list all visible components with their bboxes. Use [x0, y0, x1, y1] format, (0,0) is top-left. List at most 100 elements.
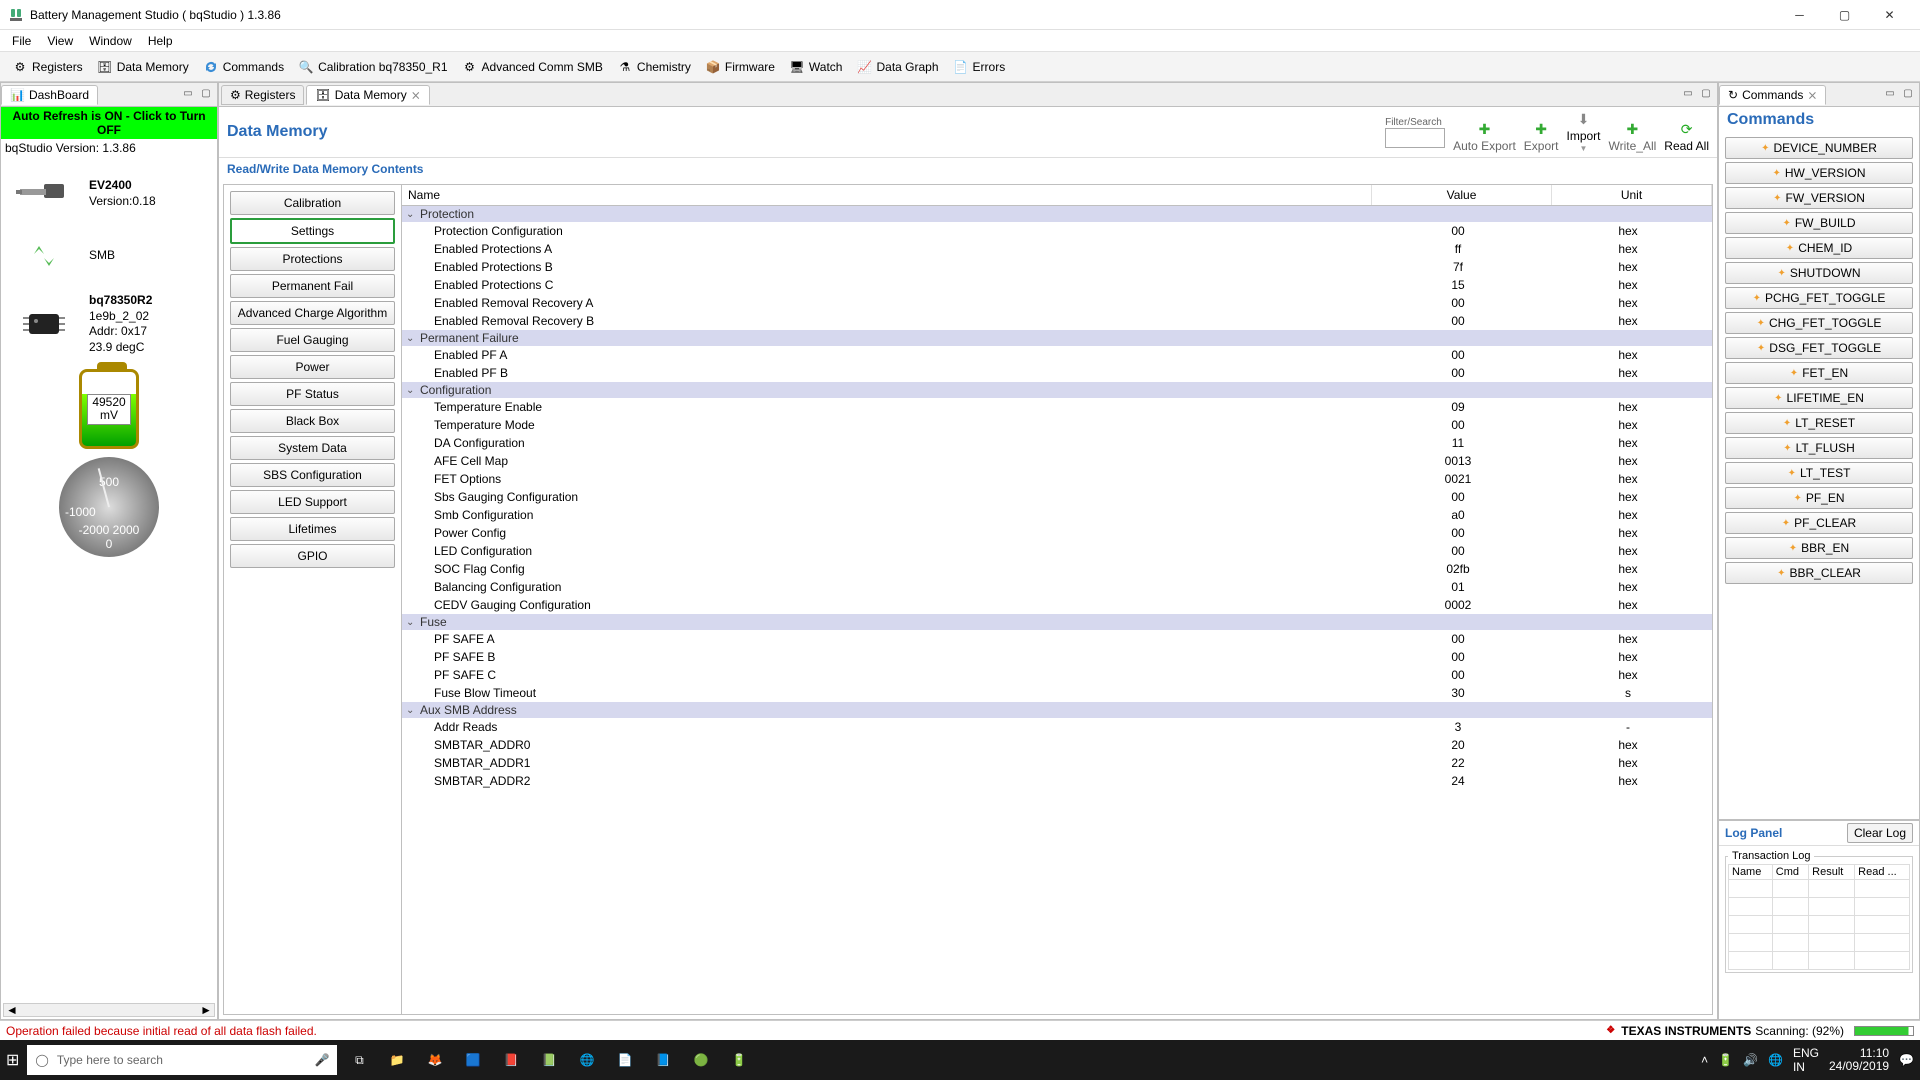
- cmd-shutdown[interactable]: ✦SHUTDOWN: [1725, 262, 1913, 284]
- group-configuration[interactable]: ⌄Configuration: [402, 382, 1712, 398]
- menu-help[interactable]: Help: [140, 32, 181, 50]
- explorer-icon[interactable]: 📁: [383, 1046, 411, 1074]
- task-view-icon[interactable]: ⧉: [345, 1046, 373, 1074]
- panel-min-icon[interactable]: ▭: [181, 88, 195, 102]
- filter-input[interactable]: [1385, 128, 1445, 148]
- table-row[interactable]: Power Config00hex: [402, 524, 1712, 542]
- cmd-fw_version[interactable]: ✦FW_VERSION: [1725, 187, 1913, 209]
- cmd-bbr_en[interactable]: ✦BBR_EN: [1725, 537, 1913, 559]
- cmd-lt_reset[interactable]: ✦LT_RESET: [1725, 412, 1913, 434]
- table-row[interactable]: SMBTAR_ADDR122hex: [402, 754, 1712, 772]
- grid-body[interactable]: ⌄ProtectionProtection Configuration00hex…: [402, 206, 1712, 1014]
- volume-icon[interactable]: 🔊: [1743, 1053, 1758, 1067]
- dashboard-scrollbar[interactable]: ◄►: [3, 1003, 215, 1017]
- battery-icon[interactable]: 🔋: [1718, 1053, 1733, 1067]
- tool-chemistry[interactable]: ⚗Chemistry: [611, 57, 697, 77]
- table-row[interactable]: DA Configuration11hex: [402, 434, 1712, 452]
- clear-log-button[interactable]: Clear Log: [1847, 823, 1913, 843]
- table-row[interactable]: PF SAFE B00hex: [402, 648, 1712, 666]
- notifications-icon[interactable]: 💬: [1899, 1053, 1914, 1067]
- cmd-lt_flush[interactable]: ✦LT_FLUSH: [1725, 437, 1913, 459]
- menu-file[interactable]: File: [4, 32, 39, 50]
- tool-calibration[interactable]: 🔍Calibration bq78350_R1: [292, 57, 453, 77]
- commands-list[interactable]: ✦DEVICE_NUMBER✦HW_VERSION✦FW_VERSION✦FW_…: [1719, 133, 1919, 819]
- cmd-fw_build[interactable]: ✦FW_BUILD: [1725, 212, 1913, 234]
- table-row[interactable]: Enabled PF A00hex: [402, 346, 1712, 364]
- table-row[interactable]: Temperature Enable09hex: [402, 398, 1712, 416]
- log-col-name[interactable]: Name: [1729, 865, 1773, 880]
- category-permanent-fail[interactable]: Permanent Fail: [230, 274, 395, 298]
- group-fuse[interactable]: ⌄Fuse: [402, 614, 1712, 630]
- cmd-lt_test[interactable]: ✦LT_TEST: [1725, 462, 1913, 484]
- tab-close-icon[interactable]: ⨯: [411, 88, 421, 102]
- tool-firmware[interactable]: 📦Firmware: [699, 57, 781, 77]
- lang-indicator[interactable]: ENGIN: [1793, 1046, 1819, 1074]
- start-button[interactable]: ⊞: [6, 1050, 19, 1070]
- category-advanced-charge-algorithm[interactable]: Advanced Charge Algorithm: [230, 301, 395, 325]
- table-row[interactable]: LED Configuration00hex: [402, 542, 1712, 560]
- cmd-pf_clear[interactable]: ✦PF_CLEAR: [1725, 512, 1913, 534]
- app-icon[interactable]: 📄: [611, 1046, 639, 1074]
- table-row[interactable]: Enabled Protections Affhex: [402, 240, 1712, 258]
- bqstudio-icon[interactable]: 🔋: [725, 1046, 753, 1074]
- tool-data-memory[interactable]: 🗄Data Memory: [91, 57, 195, 77]
- table-row[interactable]: Balancing Configuration01hex: [402, 578, 1712, 596]
- table-row[interactable]: Enabled Protections B7fhex: [402, 258, 1712, 276]
- category-sbs-configuration[interactable]: SBS Configuration: [230, 463, 395, 487]
- panel-max-icon[interactable]: ▢: [1699, 88, 1713, 102]
- auto-refresh-toggle[interactable]: Auto Refresh is ON - Click to Turn OFF: [1, 107, 217, 139]
- action-import[interactable]: ⬇Import▼: [1566, 111, 1600, 153]
- category-calibration[interactable]: Calibration: [230, 191, 395, 215]
- app-icon[interactable]: 🟢: [687, 1046, 715, 1074]
- cmd-chem_id[interactable]: ✦CHEM_ID: [1725, 237, 1913, 259]
- mic-icon[interactable]: 🎤: [314, 1053, 329, 1067]
- group-aux-smb-address[interactable]: ⌄Aux SMB Address: [402, 702, 1712, 718]
- category-gpio[interactable]: GPIO: [230, 544, 395, 568]
- col-value[interactable]: Value: [1372, 185, 1552, 205]
- table-row[interactable]: Sbs Gauging Configuration00hex: [402, 488, 1712, 506]
- log-col-read[interactable]: Read ...: [1855, 865, 1910, 880]
- group-protection[interactable]: ⌄Protection: [402, 206, 1712, 222]
- category-lifetimes[interactable]: Lifetimes: [230, 517, 395, 541]
- cmd-lifetime_en[interactable]: ✦LIFETIME_EN: [1725, 387, 1913, 409]
- col-name[interactable]: Name: [402, 185, 1372, 205]
- tab-dashboard[interactable]: 📊DashBoard: [1, 85, 98, 105]
- tool-errors[interactable]: 📄Errors: [947, 57, 1012, 77]
- table-row[interactable]: AFE Cell Map0013hex: [402, 452, 1712, 470]
- category-led-support[interactable]: LED Support: [230, 490, 395, 514]
- action-write-all[interactable]: ✚Write_All: [1609, 121, 1657, 153]
- table-row[interactable]: SOC Flag Config02fbhex: [402, 560, 1712, 578]
- menu-view[interactable]: View: [39, 32, 81, 50]
- log-col-cmd[interactable]: Cmd: [1772, 865, 1808, 880]
- acrobat-icon[interactable]: 📕: [497, 1046, 525, 1074]
- app-icon[interactable]: 🟦: [459, 1046, 487, 1074]
- table-row[interactable]: Fuse Blow Timeout30s: [402, 684, 1712, 702]
- panel-min-icon[interactable]: ▭: [1883, 88, 1897, 102]
- tool-registers[interactable]: ⚙Registers: [6, 57, 89, 77]
- close-button[interactable]: ✕: [1867, 0, 1912, 30]
- table-row[interactable]: Protection Configuration00hex: [402, 222, 1712, 240]
- table-row[interactable]: SMBTAR_ADDR020hex: [402, 736, 1712, 754]
- minimize-button[interactable]: ─: [1777, 0, 1822, 30]
- tool-data-graph[interactable]: 📈Data Graph: [850, 57, 944, 77]
- tab-close-icon[interactable]: ⨯: [1807, 88, 1817, 102]
- category-pf-status[interactable]: PF Status: [230, 382, 395, 406]
- table-row[interactable]: Addr Reads3-: [402, 718, 1712, 736]
- category-black-box[interactable]: Black Box: [230, 409, 395, 433]
- table-row[interactable]: PF SAFE C00hex: [402, 666, 1712, 684]
- action-export[interactable]: ✚Export: [1524, 121, 1559, 153]
- cmd-fet_en[interactable]: ✦FET_EN: [1725, 362, 1913, 384]
- table-row[interactable]: SMBTAR_ADDR224hex: [402, 772, 1712, 790]
- table-row[interactable]: Enabled Removal Recovery A00hex: [402, 294, 1712, 312]
- table-row[interactable]: Enabled Protections C15hex: [402, 276, 1712, 294]
- category-settings[interactable]: Settings: [230, 218, 395, 244]
- cmd-device_number[interactable]: ✦DEVICE_NUMBER: [1725, 137, 1913, 159]
- table-row[interactable]: Enabled PF B00hex: [402, 364, 1712, 382]
- table-row[interactable]: Smb Configurationa0hex: [402, 506, 1712, 524]
- action-auto-export[interactable]: ✚Auto Export: [1453, 121, 1516, 153]
- tool-watch[interactable]: 🖥Watch: [783, 57, 849, 77]
- action-read-all[interactable]: ⟳Read All: [1664, 121, 1709, 153]
- chrome-icon[interactable]: 🌐: [573, 1046, 601, 1074]
- log-col-result[interactable]: Result: [1809, 865, 1855, 880]
- col-unit[interactable]: Unit: [1552, 185, 1712, 205]
